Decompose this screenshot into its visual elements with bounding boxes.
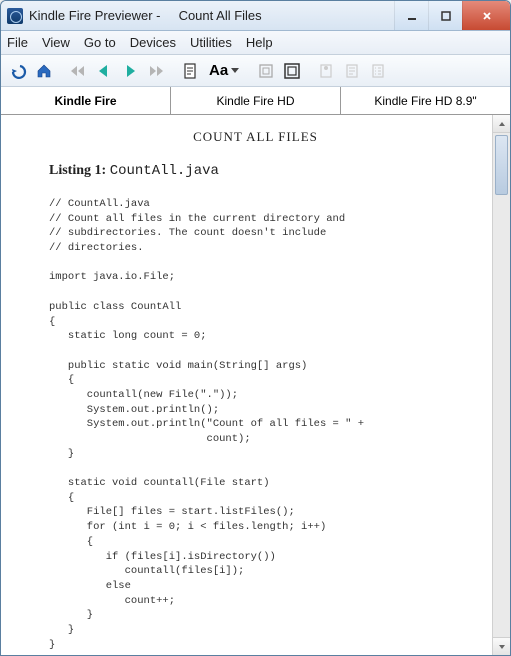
toolbar: Aa xyxy=(1,55,510,87)
chevron-down-icon xyxy=(231,68,239,73)
font-size-label: Aa xyxy=(209,62,228,79)
menubar: File View Go to Devices Utilities Help xyxy=(1,31,510,55)
maximize-icon xyxy=(440,10,452,22)
close-button[interactable] xyxy=(462,1,510,30)
window-title: Kindle Fire Previewer - Count All Files xyxy=(29,8,262,23)
page-header: COUNT ALL FILES xyxy=(49,129,462,145)
rewind-button[interactable] xyxy=(67,60,89,82)
vertical-scrollbar[interactable] xyxy=(492,115,510,655)
font-size-button[interactable]: Aa xyxy=(205,62,243,79)
undo-button[interactable] xyxy=(7,60,29,82)
listing-label: Listing 1: xyxy=(49,163,110,178)
bookmark-button[interactable] xyxy=(315,60,337,82)
menu-help[interactable]: Help xyxy=(246,35,273,50)
undo-arrow-icon xyxy=(9,62,27,80)
window-title-prefix: Kindle Fire Previewer - xyxy=(29,8,164,23)
minimize-button[interactable] xyxy=(394,1,428,30)
fastforward-button[interactable] xyxy=(145,60,167,82)
maximize-button[interactable] xyxy=(428,1,462,30)
scroll-up-button[interactable] xyxy=(493,115,510,133)
menu-view[interactable]: View xyxy=(42,35,70,50)
home-button[interactable] xyxy=(33,60,55,82)
menu-goto[interactable]: Go to xyxy=(84,35,116,50)
content-area: COUNT ALL FILES Listing 1: CountAll.java… xyxy=(1,115,510,655)
page-view-button[interactable] xyxy=(179,60,201,82)
chevron-down-icon xyxy=(497,642,507,652)
fastforward-icon xyxy=(147,62,165,80)
tab-kindle-fire[interactable]: Kindle Fire xyxy=(1,87,171,114)
scroll-track[interactable] xyxy=(493,133,510,637)
listing-filename: CountAll.java xyxy=(110,163,219,179)
notes-button[interactable] xyxy=(341,60,363,82)
preview-page: COUNT ALL FILES Listing 1: CountAll.java… xyxy=(1,115,492,655)
menu-devices[interactable]: Devices xyxy=(130,35,176,50)
list-button[interactable] xyxy=(367,60,389,82)
fullscreen-icon xyxy=(283,62,301,80)
window-controls xyxy=(394,1,510,30)
chevron-up-icon xyxy=(497,119,507,129)
page-icon xyxy=(181,62,199,80)
app-icon xyxy=(7,8,23,24)
titlebar[interactable]: Kindle Fire Previewer - Count All Files xyxy=(1,1,510,31)
close-icon xyxy=(481,10,493,22)
listing-header: Listing 1: CountAll.java xyxy=(49,163,462,179)
back-button[interactable] xyxy=(93,60,115,82)
device-tabs: Kindle Fire Kindle Fire HD Kindle Fire H… xyxy=(1,87,510,115)
home-icon xyxy=(35,62,53,80)
menu-utilities[interactable]: Utilities xyxy=(190,35,232,50)
notes-icon xyxy=(343,62,361,80)
list-icon xyxy=(369,62,387,80)
fit-page-icon xyxy=(257,62,275,80)
window-title-doc: Count All Files xyxy=(179,8,262,23)
bookmark-icon xyxy=(317,62,335,80)
tab-kindle-fire-hd[interactable]: Kindle Fire HD xyxy=(171,87,341,114)
forward-button[interactable] xyxy=(119,60,141,82)
forward-arrow-icon xyxy=(121,62,139,80)
tab-kindle-fire-hd-89[interactable]: Kindle Fire HD 8.9" xyxy=(341,87,510,114)
scroll-down-button[interactable] xyxy=(493,637,510,655)
menu-file[interactable]: File xyxy=(7,35,28,50)
scroll-thumb[interactable] xyxy=(495,135,508,195)
back-arrow-icon xyxy=(95,62,113,80)
rewind-icon xyxy=(69,62,87,80)
application-window: Kindle Fire Previewer - Count All Files … xyxy=(0,0,511,656)
fullscreen-button[interactable] xyxy=(281,60,303,82)
minimize-icon xyxy=(406,10,418,22)
fit-page-button[interactable] xyxy=(255,60,277,82)
code-block: // CountAll.java // Count all files in t… xyxy=(49,197,462,652)
